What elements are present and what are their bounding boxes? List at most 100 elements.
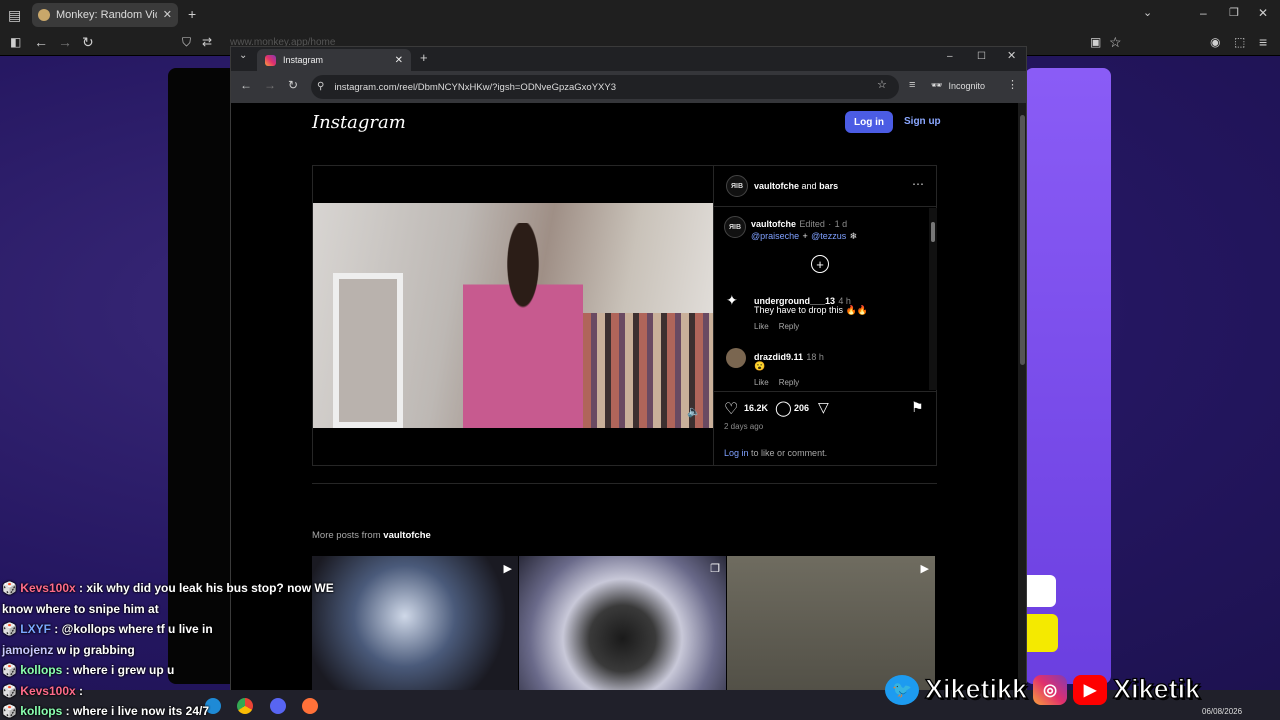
account-icon[interactable]: ◉ bbox=[1210, 36, 1220, 48]
reel-icon: ▶ bbox=[503, 563, 512, 575]
incognito-icon: 🕶 bbox=[931, 80, 943, 90]
outer-tab-monkey[interactable]: Monkey: Random Video Chat | ✕ bbox=[32, 3, 178, 27]
back-icon[interactable]: ← bbox=[34, 35, 48, 49]
comments-scroll-thumb[interactable] bbox=[931, 222, 935, 242]
reload-icon[interactable]: ↻ bbox=[288, 79, 298, 91]
site-info-icon[interactable]: ⚲ bbox=[317, 82, 324, 92]
author-name[interactable]: vaultofche bbox=[754, 181, 799, 191]
video-frame[interactable] bbox=[313, 203, 713, 428]
incognito-window: ⌄ Instagram ✕ + – ☐ ✕ ← → ↻ ⚲ instagram.… bbox=[230, 46, 1027, 697]
page-scroll-thumb[interactable] bbox=[1020, 115, 1025, 365]
monkey-favicon-icon bbox=[38, 9, 50, 21]
post-author-line: vaultofche and bars bbox=[754, 181, 838, 191]
chat-line: 🎲 Kevs100x : xik why did you leak his bu… bbox=[2, 578, 342, 599]
minimize-icon[interactable]: – bbox=[1200, 7, 1207, 19]
permissions-icon[interactable]: ⇄ bbox=[202, 36, 212, 48]
comment-age: 18 h bbox=[806, 352, 824, 362]
commenter1-avatar[interactable]: ✦ bbox=[726, 292, 738, 309]
comment-actions: Like Reply bbox=[754, 322, 799, 331]
like-count: 16.2K bbox=[744, 403, 769, 413]
like-comment-button[interactable]: Like bbox=[754, 378, 769, 387]
new-tab-icon[interactable]: + bbox=[188, 7, 196, 21]
chat-message: @kollops where tf u live in bbox=[61, 622, 213, 636]
reel-video[interactable]: 🔈 bbox=[313, 166, 713, 465]
login-prompt: Log in to like or comment. bbox=[724, 448, 827, 458]
media-controls-icon[interactable]: ≡ bbox=[909, 80, 915, 91]
like-comment-button[interactable]: Like bbox=[754, 322, 769, 331]
restore-icon[interactable]: ❐ bbox=[1229, 8, 1239, 19]
instagram-logo[interactable]: Instagram bbox=[312, 112, 406, 133]
twitter-handle: Xiketikk bbox=[924, 673, 1028, 704]
signup-link[interactable]: Sign up bbox=[904, 116, 941, 127]
mention-praiseche[interactable]: @praiseche bbox=[751, 231, 799, 241]
mute-icon[interactable]: 🔈 bbox=[687, 405, 701, 418]
extensions-icon[interactable]: ⬚ bbox=[1234, 36, 1245, 48]
kebab-menu-icon[interactable]: ⋮ bbox=[1007, 80, 1018, 91]
post-sidebar: ЯIB vaultofche and bars ⋯ ЯIB vaultofche… bbox=[713, 166, 937, 465]
more-post-thumbnail[interactable]: ▶ bbox=[312, 556, 518, 697]
video-person bbox=[463, 223, 583, 428]
back-icon[interactable]: ← bbox=[240, 79, 252, 91]
tab-search-icon[interactable]: ⌄ bbox=[239, 51, 247, 61]
login-button[interactable]: Log in bbox=[845, 111, 893, 133]
chat-line: 🎲 kollops : where i grew up u bbox=[2, 660, 342, 681]
comment-text: 😮 bbox=[754, 361, 766, 371]
close-window-icon[interactable]: ✕ bbox=[1258, 7, 1268, 19]
close-tab-icon[interactable]: ✕ bbox=[395, 55, 403, 66]
share-icon[interactable]: ▽ bbox=[818, 399, 829, 416]
post-header: ЯIB vaultofche and bars ⋯ bbox=[714, 166, 937, 207]
more-options-icon[interactable]: ⋯ bbox=[912, 178, 924, 190]
badge-icon: 🎲 bbox=[2, 704, 21, 718]
close-tab-icon[interactable]: ✕ bbox=[163, 9, 172, 21]
comment-icon[interactable]: ◯ bbox=[775, 399, 792, 417]
chat-user: kollops bbox=[20, 704, 63, 718]
sidebar-icon[interactable]: ◧ bbox=[10, 36, 21, 48]
bookmark-star-icon[interactable]: ☆ bbox=[1109, 35, 1122, 49]
youtube-icon: ▶ bbox=[1073, 674, 1108, 705]
taskbar-date[interactable]: 06/08/2026 bbox=[1202, 707, 1242, 716]
maximize-icon[interactable]: ☐ bbox=[977, 52, 986, 62]
chevron-down-icon[interactable]: ⌄ bbox=[1143, 8, 1152, 19]
forward-icon[interactable]: → bbox=[264, 79, 276, 91]
load-more-comments-icon[interactable]: + bbox=[811, 255, 829, 273]
more-posts-user[interactable]: vaultofche bbox=[383, 530, 431, 541]
and-text: and bbox=[801, 181, 817, 191]
chat-message: know where to snipe him at bbox=[2, 601, 159, 616]
mention-tezzus[interactable]: @tezzus bbox=[811, 231, 846, 241]
chat-line: jamojenz w ip grabbing bbox=[2, 640, 342, 661]
chat-line: know where to snipe him at bbox=[2, 599, 342, 620]
stream-chat-overlay: 🎲 Kevs100x : xik why did you leak his bu… bbox=[2, 578, 342, 720]
reader-icon[interactable]: ▣ bbox=[1090, 36, 1101, 48]
chat-message: where i live now its 24/7 bbox=[72, 704, 210, 718]
forward-icon[interactable]: → bbox=[58, 35, 72, 49]
shield-icon[interactable]: ⛉ bbox=[182, 36, 191, 48]
chat-sep: : bbox=[54, 622, 59, 636]
menu-icon[interactable]: ≡ bbox=[1259, 35, 1267, 49]
save-bookmark-icon[interactable]: ⚑ bbox=[911, 399, 924, 416]
comment-count: 206 bbox=[794, 403, 810, 413]
minimize-icon[interactable]: – bbox=[947, 52, 953, 62]
coauthor-name[interactable]: bars bbox=[819, 181, 838, 191]
video-door bbox=[333, 273, 403, 428]
tab-list-icon[interactable]: ▤ bbox=[8, 8, 21, 22]
incognito-indicator[interactable]: 🕶 Incognito bbox=[931, 80, 985, 91]
reply-comment-button[interactable]: Reply bbox=[779, 378, 799, 387]
section-divider bbox=[312, 483, 937, 484]
inner-url-bar[interactable]: ⚲ instagram.com/reel/DbmNCYNxHKw/?igsh=O… bbox=[311, 75, 899, 99]
chat-sep: : bbox=[79, 683, 84, 698]
close-window-icon[interactable]: ✕ bbox=[1007, 51, 1016, 62]
reply-comment-button[interactable]: Reply bbox=[779, 322, 799, 331]
inner-tab-instagram[interactable]: Instagram ✕ bbox=[257, 49, 411, 71]
heart-icon[interactable]: ♡ bbox=[724, 399, 738, 419]
author-avatar[interactable]: ЯIB bbox=[726, 175, 748, 197]
bookmark-star-icon[interactable]: ☆ bbox=[877, 80, 887, 91]
login-prompt-link[interactable]: Log in bbox=[724, 448, 749, 458]
caption-avatar[interactable]: ЯIB bbox=[724, 216, 746, 238]
commenter2-avatar[interactable] bbox=[726, 348, 746, 368]
chat-user: jamojenz bbox=[2, 642, 54, 657]
more-post-thumbnail[interactable]: ❐ bbox=[519, 556, 726, 697]
instagram-favicon-icon bbox=[265, 54, 276, 66]
reload-icon[interactable]: ↻ bbox=[82, 35, 94, 49]
twitter-icon: 🐦 bbox=[885, 674, 919, 705]
new-tab-icon[interactable]: + bbox=[420, 51, 428, 64]
